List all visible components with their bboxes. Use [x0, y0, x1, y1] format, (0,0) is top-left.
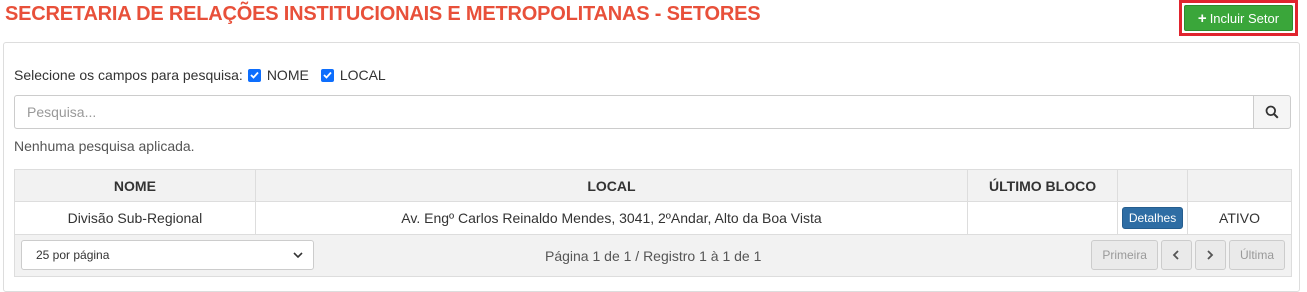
- cell-local: Av. Engº Carlos Reinaldo Mendes, 3041, 2…: [254, 201, 969, 235]
- search-fields-label: Selecione os campos para pesquisa:: [14, 67, 243, 83]
- table-header-row: NOME LOCAL ÚLTIMO BLOCO: [14, 169, 1292, 202]
- check-icon: [323, 71, 332, 79]
- column-header-nome[interactable]: NOME: [14, 169, 256, 202]
- checkbox-nome[interactable]: [247, 68, 261, 82]
- search-status: Nenhuma pesquisa aplicada.: [14, 138, 195, 154]
- table-row: Divisão Sub-Regional Av. Engº Carlos Rei…: [14, 201, 1292, 235]
- cell-ultimo-bloco: [967, 201, 1119, 235]
- column-header-local[interactable]: LOCAL: [254, 169, 969, 202]
- checkbox-nome-label: NOME: [266, 67, 309, 83]
- table-footer: 25 por página Página 1 de 1 / Registro 1…: [14, 235, 1292, 277]
- search-input[interactable]: [14, 95, 1253, 129]
- add-sector-button[interactable]: + Incluir Setor: [1184, 5, 1293, 31]
- column-header-status: [1187, 169, 1292, 202]
- per-page-value: 25 por página: [36, 248, 110, 262]
- column-header-action: [1117, 169, 1189, 202]
- status-badge: ATIVO: [1187, 201, 1292, 235]
- page-title: SECRETARIA DE RELAÇÕES INSTITUCIONAIS E …: [5, 3, 761, 25]
- checkbox-local[interactable]: [320, 68, 334, 82]
- details-button[interactable]: Detalhes: [1121, 207, 1184, 229]
- checkbox-local-label: LOCAL: [339, 67, 386, 83]
- search-icon: [1265, 105, 1279, 119]
- add-sector-label: Incluir Setor: [1209, 10, 1280, 26]
- chevron-right-icon: [1207, 250, 1214, 260]
- sectors-table: NOME LOCAL ÚLTIMO BLOCO Divisão Sub-Regi…: [14, 169, 1292, 235]
- first-page-button[interactable]: Primeira: [1091, 240, 1158, 270]
- last-page-button[interactable]: Última: [1228, 240, 1285, 270]
- cell-nome: Divisão Sub-Regional: [14, 201, 256, 235]
- search-button[interactable]: [1253, 95, 1291, 129]
- search-panel: Selecione os campos para pesquisa: NOME …: [3, 42, 1300, 292]
- search-box: [14, 95, 1291, 129]
- next-page-button[interactable]: [1194, 240, 1226, 270]
- plus-icon: +: [1197, 9, 1207, 27]
- search-fields-row: Selecione os campos para pesquisa: NOME …: [14, 67, 386, 83]
- per-page-select[interactable]: 25 por página: [21, 240, 314, 270]
- pagination-info: Página 1 de 1 / Registro 1 à 1 de 1: [545, 248, 762, 264]
- chevron-left-icon: [1173, 250, 1180, 260]
- pagination-controls: Primeira Última: [1091, 240, 1285, 270]
- add-button-highlight: + Incluir Setor: [1179, 0, 1298, 36]
- column-header-ultimo-bloco[interactable]: ÚLTIMO BLOCO: [967, 169, 1119, 202]
- check-icon: [250, 71, 259, 79]
- previous-page-button[interactable]: [1160, 240, 1192, 270]
- chevron-down-icon: [293, 252, 303, 258]
- cell-action: Detalhes: [1117, 201, 1189, 235]
